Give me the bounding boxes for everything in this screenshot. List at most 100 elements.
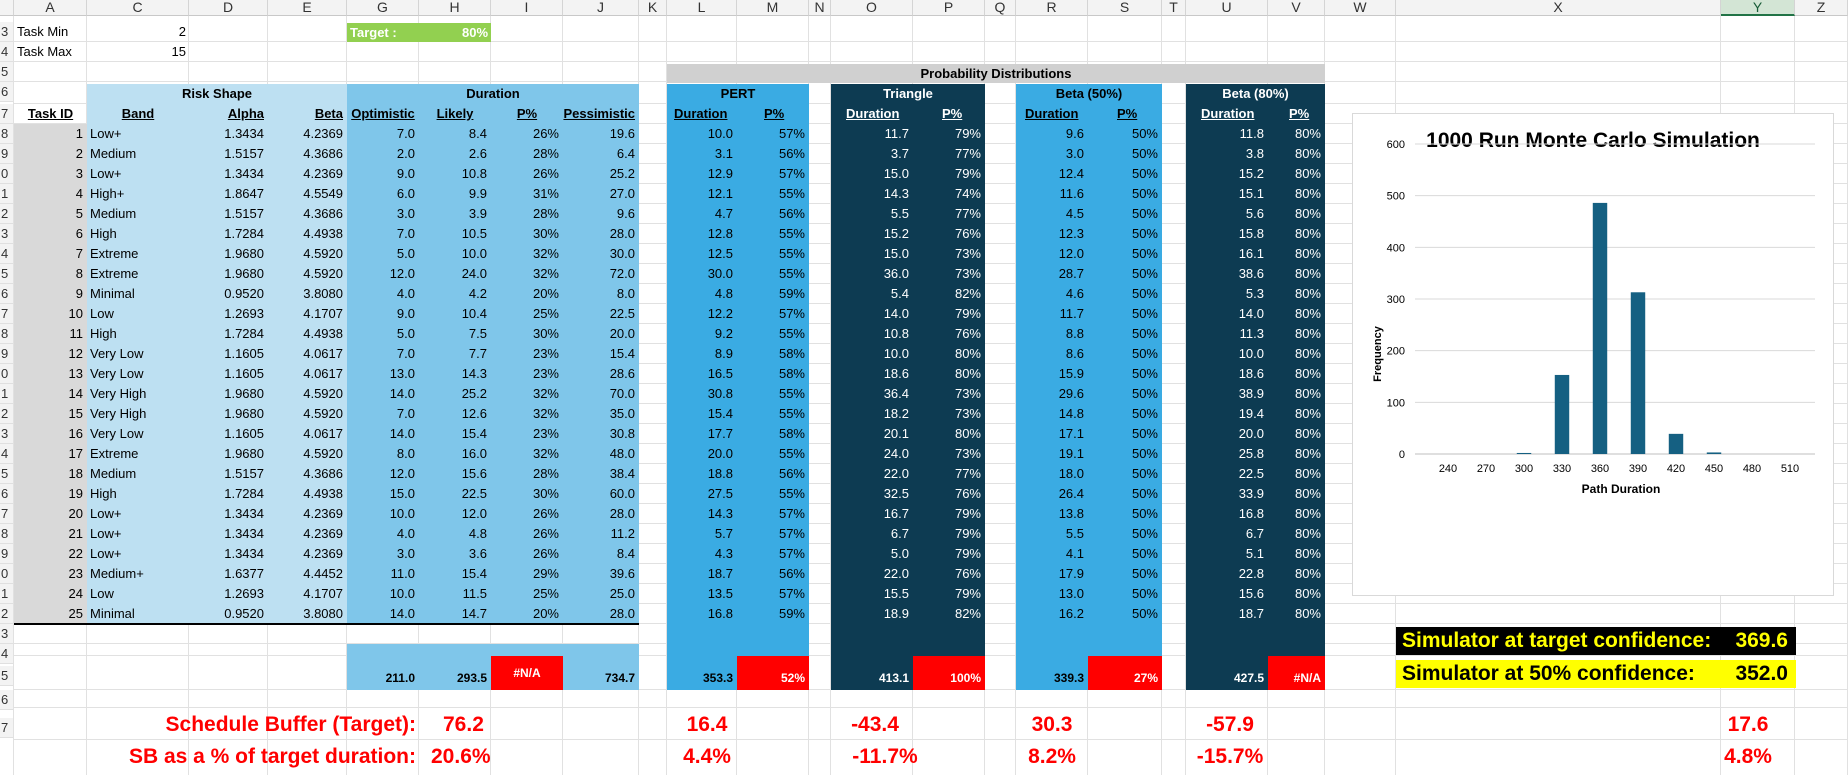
cell-ppct[interactable]: 28% — [491, 204, 563, 224]
cell-tri-p[interactable]: 82% — [913, 284, 985, 304]
cell-tri-duration[interactable]: 14.3 — [831, 184, 913, 204]
cell-task-id[interactable]: 2 — [14, 144, 87, 164]
cell-beta[interactable]: 4.1707 — [268, 584, 347, 604]
cell-tri-p[interactable]: 73% — [913, 264, 985, 284]
cell-b50-p[interactable]: 50% — [1088, 384, 1162, 404]
cell-pert-p[interactable]: 57% — [737, 504, 809, 524]
cell-b50-p[interactable]: 50% — [1088, 224, 1162, 244]
chart-bar[interactable] — [1554, 374, 1570, 454]
cell-pert-p[interactable]: 57% — [737, 124, 809, 144]
cell-tri-p[interactable]: 79% — [913, 584, 985, 604]
task-max-value[interactable]: 15 — [86, 42, 190, 62]
cell-likely[interactable]: 9.9 — [419, 184, 491, 204]
cell-tri-duration[interactable]: 15.0 — [831, 164, 913, 184]
sb-percent-label[interactable]: SB as a % of target duration: — [80, 742, 420, 772]
cell-ppct[interactable]: 28% — [491, 464, 563, 484]
column-header-Q[interactable]: Q — [985, 0, 1016, 16]
column-header-D[interactable]: D — [189, 0, 268, 16]
row-header[interactable]: 6 — [0, 82, 13, 102]
total-beta80-p[interactable]: #N/A — [1268, 656, 1325, 690]
cell-pert-p[interactable]: 55% — [737, 244, 809, 264]
cell-pert-duration[interactable]: 16.8 — [667, 604, 737, 624]
cell-pessimistic[interactable]: 8.0 — [563, 284, 639, 304]
cell-b50-duration[interactable]: 5.5 — [1016, 524, 1088, 544]
cell-likely[interactable]: 3.9 — [419, 204, 491, 224]
cell-b80-p[interactable]: 80% — [1268, 584, 1325, 604]
cell-b80-p[interactable]: 80% — [1268, 484, 1325, 504]
cell-beta[interactable]: 4.5920 — [268, 244, 347, 264]
cell-optimistic[interactable]: 10.0 — [347, 504, 419, 524]
cell-tri-duration[interactable]: 36.0 — [831, 264, 913, 284]
column-header-H[interactable]: H — [419, 0, 491, 16]
row-header[interactable]: 2 — [0, 604, 13, 624]
cell-pert-duration[interactable]: 17.7 — [667, 424, 737, 444]
total-beta50-p[interactable]: 27% — [1088, 656, 1162, 690]
row-header[interactable]: 8 — [0, 124, 13, 144]
cell-pessimistic[interactable]: 28.0 — [563, 604, 639, 624]
cell-optimistic[interactable]: 11.0 — [347, 564, 419, 584]
cell-b50-duration[interactable]: 14.8 — [1016, 404, 1088, 424]
cell-beta[interactable]: 4.5920 — [268, 444, 347, 464]
cell-likely[interactable]: 10.4 — [419, 304, 491, 324]
cell-alpha[interactable]: 1.9680 — [189, 404, 268, 424]
column-header-L[interactable]: L — [667, 0, 737, 16]
cell-alpha[interactable]: 1.2693 — [189, 584, 268, 604]
cell-pert-duration[interactable]: 20.0 — [667, 444, 737, 464]
cell-pert-p[interactable]: 55% — [737, 324, 809, 344]
cell-pessimistic[interactable]: 28.0 — [563, 224, 639, 244]
cell-band[interactable]: Very High — [87, 384, 189, 404]
cell-b80-p[interactable]: 80% — [1268, 564, 1325, 584]
cell-b80-duration[interactable]: 6.7 — [1186, 524, 1268, 544]
chart-bar[interactable] — [1592, 202, 1608, 454]
cell-tri-duration[interactable]: 6.7 — [831, 524, 913, 544]
cell-pert-duration[interactable]: 12.2 — [667, 304, 737, 324]
cell-b50-p[interactable]: 50% — [1088, 304, 1162, 324]
sb-percent-h[interactable]: 20.6% — [428, 742, 508, 772]
cell-b50-p[interactable]: 50% — [1088, 444, 1162, 464]
cell-optimistic[interactable]: 14.0 — [347, 384, 419, 404]
cell-b50-p[interactable]: 50% — [1088, 324, 1162, 344]
cell-beta[interactable]: 4.2369 — [268, 164, 347, 184]
cell-task-id[interactable]: 1 — [14, 124, 87, 144]
buffer-u[interactable]: -57.9 — [1190, 710, 1270, 740]
cell-tri-p[interactable]: 73% — [913, 244, 985, 264]
row-header[interactable]: 4 — [0, 444, 13, 464]
cell-likely[interactable]: 24.0 — [419, 264, 491, 284]
sim-target-row[interactable]: Simulator at target confidence: 369.6 — [1396, 627, 1796, 655]
cell-band[interactable]: Extreme — [87, 444, 189, 464]
cell-likely[interactable]: 10.8 — [419, 164, 491, 184]
cell-pert-p[interactable]: 55% — [737, 384, 809, 404]
cell-b80-duration[interactable]: 25.8 — [1186, 444, 1268, 464]
cell-tri-p[interactable]: 77% — [913, 464, 985, 484]
cell-alpha[interactable]: 1.3434 — [189, 124, 268, 144]
cell-task-id[interactable]: 3 — [14, 164, 87, 184]
cell-task-id[interactable]: 20 — [14, 504, 87, 524]
cell-pert-duration[interactable]: 15.4 — [667, 404, 737, 424]
cell-b50-duration[interactable]: 17.9 — [1016, 564, 1088, 584]
cell-b50-p[interactable]: 50% — [1088, 404, 1162, 424]
cell-task-id[interactable]: 14 — [14, 384, 87, 404]
cell-pessimistic[interactable]: 30.8 — [563, 424, 639, 444]
cell-pert-duration[interactable]: 18.8 — [667, 464, 737, 484]
cell-b50-duration[interactable]: 9.6 — [1016, 124, 1088, 144]
cell-b80-p[interactable]: 80% — [1268, 144, 1325, 164]
cell-pert-p[interactable]: 55% — [737, 184, 809, 204]
cell-pert-p[interactable]: 55% — [737, 224, 809, 244]
cell-b80-p[interactable]: 80% — [1268, 124, 1325, 144]
cell-tri-duration[interactable]: 11.7 — [831, 124, 913, 144]
cell-likely[interactable]: 14.7 — [419, 604, 491, 624]
row-header[interactable]: 8 — [0, 324, 13, 344]
cell-band[interactable]: Very Low — [87, 344, 189, 364]
cell-pessimistic[interactable]: 25.2 — [563, 164, 639, 184]
sb-percent-r[interactable]: 8.2% — [1012, 742, 1092, 772]
cell-b80-p[interactable]: 80% — [1268, 304, 1325, 324]
cell-pessimistic[interactable]: 28.6 — [563, 364, 639, 384]
cell-b50-duration[interactable]: 12.4 — [1016, 164, 1088, 184]
cell-pert-duration[interactable]: 27.5 — [667, 484, 737, 504]
cell-tri-p[interactable]: 73% — [913, 404, 985, 424]
row-header[interactable]: 8 — [0, 524, 13, 544]
cell-b50-p[interactable]: 50% — [1088, 184, 1162, 204]
cell-tri-p[interactable]: 79% — [913, 124, 985, 144]
cell-pert-p[interactable]: 55% — [737, 404, 809, 424]
cell-tri-duration[interactable]: 16.7 — [831, 504, 913, 524]
